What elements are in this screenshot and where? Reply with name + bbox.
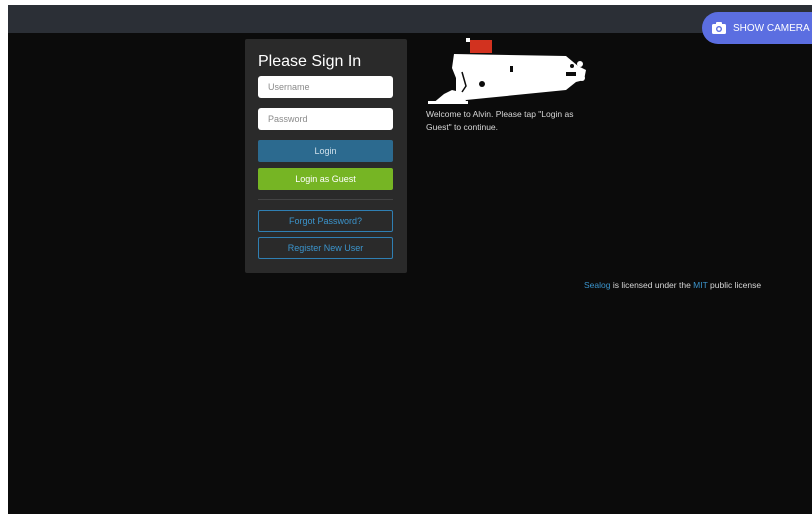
license-middle-text: is licensed under the bbox=[610, 280, 694, 290]
login-panel: Please Sign In Login Login as Guest Forg… bbox=[245, 39, 407, 273]
forgot-password-button[interactable]: Forgot Password? bbox=[258, 210, 393, 232]
page-title: Please Sign In bbox=[258, 53, 362, 70]
mit-license-link[interactable]: MIT bbox=[693, 280, 707, 290]
welcome-message: Welcome to Alvin. Please tap "Login as G… bbox=[426, 109, 574, 132]
license-end-text: public license bbox=[707, 280, 762, 290]
app-screen: Please Sign In Login Login as Guest Forg… bbox=[8, 5, 812, 514]
top-bar bbox=[8, 5, 812, 33]
password-input[interactable] bbox=[258, 108, 393, 130]
login-button[interactable]: Login bbox=[258, 140, 393, 162]
camera-icon bbox=[712, 22, 726, 34]
alvin-submarine-logo bbox=[428, 38, 586, 104]
login-as-guest-button[interactable]: Login as Guest bbox=[258, 168, 393, 190]
username-input[interactable] bbox=[258, 76, 393, 98]
license-text: Sealog is licensed under the MIT public … bbox=[584, 280, 761, 290]
show-camera-label: SHOW CAMERA bbox=[733, 22, 810, 34]
register-new-user-button[interactable]: Register New User bbox=[258, 237, 393, 259]
show-camera-button[interactable]: SHOW CAMERA bbox=[702, 12, 812, 44]
divider bbox=[258, 199, 393, 200]
sealog-link[interactable]: Sealog bbox=[584, 280, 610, 290]
